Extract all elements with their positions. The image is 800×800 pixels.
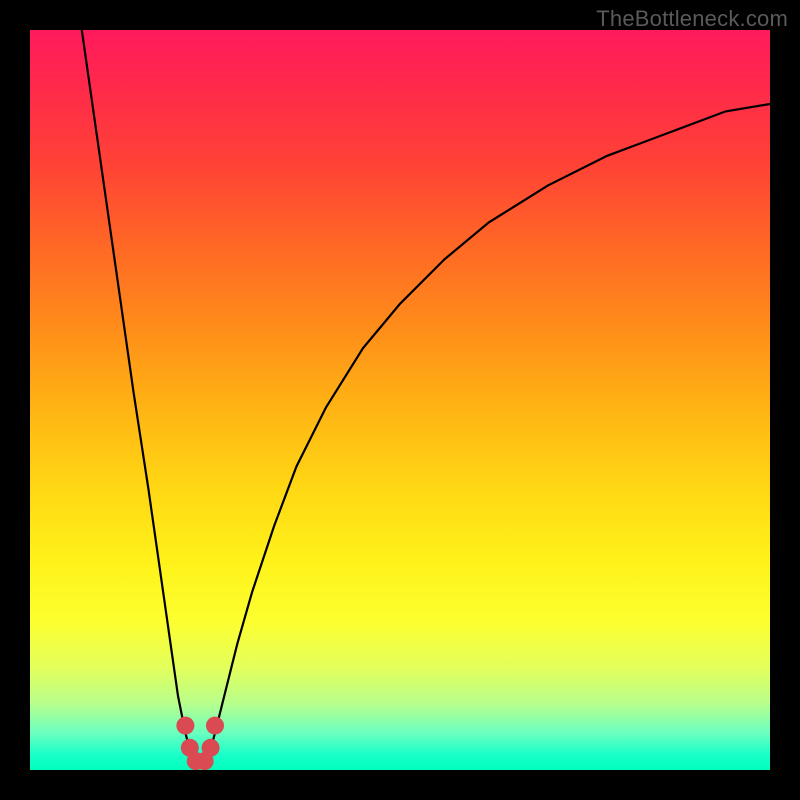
curve-layer — [30, 30, 770, 770]
curve-right-branch — [209, 104, 770, 755]
min-marker — [206, 717, 224, 735]
watermark-text: TheBottleneck.com — [596, 6, 788, 32]
min-marker — [176, 717, 194, 735]
plot-area — [30, 30, 770, 770]
bottleneck-curve — [82, 30, 770, 755]
curve-left-branch — [82, 30, 192, 755]
chart-frame: TheBottleneck.com — [0, 0, 800, 800]
min-marker — [202, 739, 220, 757]
minimum-markers — [176, 717, 224, 770]
